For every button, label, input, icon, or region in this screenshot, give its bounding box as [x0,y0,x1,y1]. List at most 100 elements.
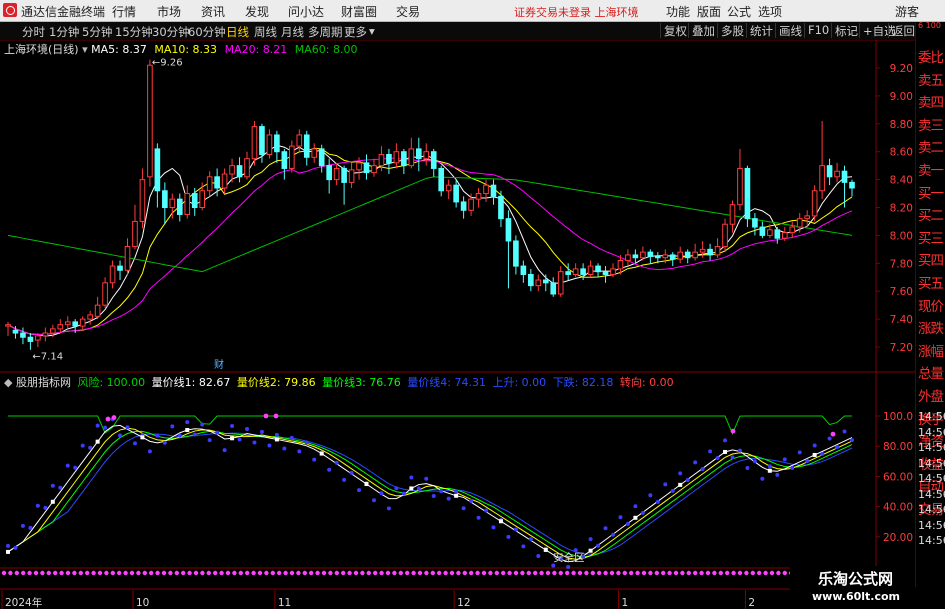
indicator-dot [767,464,772,469]
safe-zone-dot [257,570,263,576]
safe-zone-dot [629,570,634,576]
menu-news[interactable]: 资讯 [201,3,225,20]
adjust-button[interactable]: 复权 [660,23,690,38]
back-button[interactable]: 返回 [888,23,918,38]
date-tick-label: 12 [457,597,470,609]
menu-function[interactable]: 功能 [666,3,690,20]
indicator-square [185,428,190,433]
period-1min[interactable]: 1分钟 [49,24,79,40]
candle-body [401,151,407,167]
indicator-dot [484,508,489,513]
period-more[interactable]: 更多 [344,24,367,40]
safe-zone-dot [187,570,192,576]
safe-zone-dot [750,570,755,576]
indicator-dot [267,443,272,448]
period-5min[interactable]: 5分钟 [82,24,112,40]
indicator-dot [147,449,152,454]
candle-body [752,218,758,228]
price-tick-label: 9.20 [890,63,913,75]
quote-field-label: 买三 [918,230,944,247]
candle-body [199,190,206,208]
period-intraday[interactable]: 分时 [22,24,45,40]
candle-body [72,321,79,327]
candle-body [699,248,706,253]
chevron-down-icon[interactable]: ▾ [369,24,375,38]
safe-zone-dot [149,570,154,576]
candle-body [490,184,497,197]
menu-quotes[interactable]: 行情 [112,3,136,20]
indicator-dot [678,471,683,476]
price-tick-label: 7.60 [890,286,913,298]
indicator-dot [723,438,728,443]
guest-user[interactable]: 游客 [895,3,919,20]
indicator-dot [371,498,376,503]
indicator-dot [790,465,795,470]
period-monthly[interactable]: 月线 [281,24,304,40]
indicator-dot [827,436,832,441]
menu-market[interactable]: 市场 [157,3,181,20]
indicator-dot [416,486,421,491]
indicator-dot [730,455,735,460]
multi-stock-button[interactable]: 多股 [717,23,747,38]
indicator-dot [394,486,399,491]
safe-zone-dot [443,570,448,576]
safe-zone-dot [97,570,103,576]
f10-button[interactable]: F10 [804,23,832,38]
indicator-dot [745,466,750,471]
menu-discover[interactable]: 发现 [245,3,269,20]
mark-button[interactable]: 标记 [831,23,861,38]
menu-formula[interactable]: 公式 [727,3,751,20]
period-15min[interactable]: 15分钟 [115,24,153,40]
kline-chart[interactable]: 9.20 9.00 8.80 8.60 8.40 8.20 8.00 7.80 7.60 7.40… [0,40,915,609]
candle-body [557,271,564,295]
menu-layout[interactable]: 版面 [697,3,721,20]
safe-zone-dot [392,570,397,576]
candle-body [460,201,467,211]
candle-body [602,271,609,275]
candle-body [759,226,766,236]
stats-button[interactable]: 统计 [746,23,776,38]
indicator-dot [633,504,638,509]
period-multi[interactable]: 多周期 [308,24,343,40]
indicator-square [319,451,324,456]
indicator-square [723,449,728,454]
indicator-dot [379,491,384,496]
candle-body [378,153,385,167]
indicator-dot [700,466,705,471]
period-30min[interactable]: 30分钟 [152,24,190,40]
candle-body [662,254,669,259]
candle-body [87,314,93,320]
candle-body [94,304,101,317]
safe-zone-dot [731,570,736,576]
quote-field-label: 涨幅 [918,343,944,360]
candle-body [572,268,579,275]
indicator-dot [304,440,309,445]
safe-zone-dot [321,570,327,576]
menu-assistant[interactable]: 问小达 [288,3,324,20]
candle-body [117,265,123,271]
candle-body [849,181,855,189]
date-tick-label: 2024年 [5,596,42,609]
candle-body [333,167,340,181]
candle-body [423,151,430,160]
candle-body [528,273,534,287]
menu-options[interactable]: 选项 [758,3,782,20]
tick-time: 14:56 [918,487,945,501]
safe-zone-dot [155,570,160,576]
period-daily[interactable]: 日线 [226,24,249,40]
quote-field-label: 买一 [918,185,944,202]
period-toolbar: 分时 1分钟 5分钟 15分钟 30分钟 60分钟 日线 周线 月线 多周期 更… [0,22,915,41]
overlay-button[interactable]: 叠加 [688,23,718,38]
period-weekly[interactable]: 周线 [254,24,277,40]
candle-body [109,265,116,284]
safe-zone-dot [501,570,506,576]
candle-body [124,246,131,271]
period-60min[interactable]: 60分钟 [188,24,226,40]
candle-body [542,279,549,284]
menu-wealth[interactable]: 财富圈 [341,3,377,20]
draw-line-button[interactable]: 画线 [775,23,805,38]
indicator-dot [95,423,100,428]
candle-body [274,134,280,153]
safe-zone-dot [693,570,698,576]
menu-trade[interactable]: 交易 [396,3,420,20]
